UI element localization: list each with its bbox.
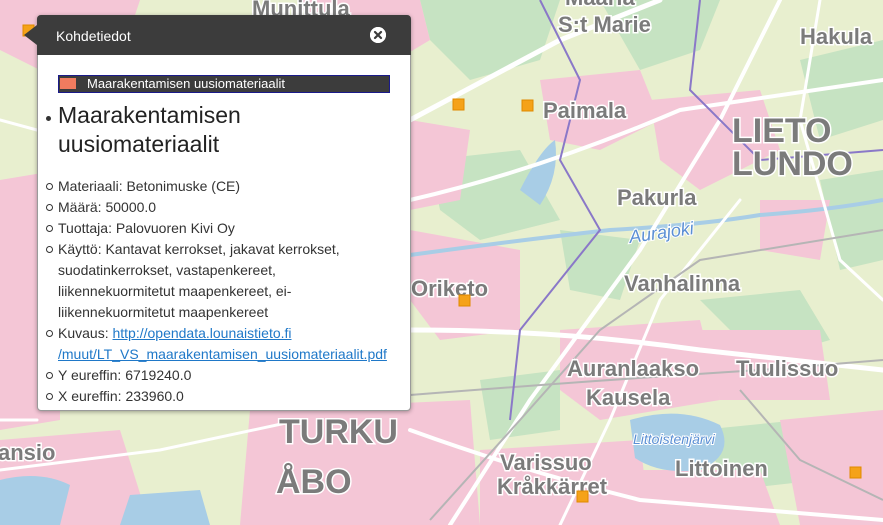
close-circle-icon (370, 27, 386, 43)
place-label-st-marie: S:t Marie (558, 12, 651, 37)
layer-header[interactable]: Maarakentamisen uusiomateriaalit (58, 75, 390, 93)
feature-title: Maarakentamisen uusiomateriaalit (58, 102, 241, 157)
place-label-turku: TURKU (279, 413, 398, 451)
place-label-varissuo: Varissuo (500, 450, 592, 475)
kuvaus-label: Kuvaus: (58, 325, 113, 341)
place-label-oriketo: Oriketo (411, 276, 488, 301)
popup-pointer (24, 25, 37, 45)
water-label-littoistenjarvi: Littoistenjärvi (633, 431, 716, 447)
place-label-paimala: Paimala (543, 98, 627, 123)
place-label-abo: ÅBO (276, 463, 352, 501)
attribute-y-eureffin: Y eureffin: 6719240.0 (46, 365, 396, 386)
place-label-littoinen: Littoinen (675, 456, 768, 481)
feature-info-popup: Kohdetiedot Maarakentamisen uusiomateria… (24, 15, 411, 411)
place-label-tuulissuo: Tuulissuo (736, 356, 838, 381)
attribute-materiaali: Materiaali: Betonimuske (CE) (46, 176, 396, 197)
place-label-kausela: Kausela (586, 385, 671, 410)
layer-color-swatch (60, 78, 76, 89)
place-label-lundo: LUNDO (732, 145, 853, 183)
close-button[interactable] (370, 27, 386, 43)
popup-header: Kohdetiedot (24, 15, 411, 55)
list-bullet (46, 116, 51, 121)
layer-name: Maarakentamisen uusiomateriaalit (87, 76, 285, 91)
place-label-hakula: Hakula (800, 24, 873, 49)
attribute-kuvaus: Kuvaus: http://opendata.lounaistieto.fi /… (46, 323, 396, 365)
place-label-ansio: ansio (0, 440, 55, 465)
attribute-list: Materiaali: Betonimuske (CE) Määrä: 5000… (46, 176, 396, 407)
feature-marker[interactable] (452, 98, 465, 111)
attribute-x-eureffin: X eureffin: 233960.0 (46, 386, 396, 407)
place-label-maaria: Maaria (565, 0, 635, 10)
popup-title: Kohdetiedot (56, 28, 131, 44)
attribute-kaytto: Käyttö: Kantavat kerrokset, jakavat kerr… (46, 239, 396, 323)
attribute-tuottaja: Tuottaja: Palovuoren Kivi Oy (46, 218, 396, 239)
feature-marker[interactable] (458, 294, 471, 307)
feature-marker[interactable] (576, 490, 589, 503)
place-label-krakkarret: Kråkkärret (497, 474, 608, 499)
feature-marker[interactable] (521, 99, 534, 112)
feature-marker[interactable] (849, 466, 862, 479)
attribute-maara: Määrä: 50000.0 (46, 197, 396, 218)
place-label-auranlaakso: Auranlaakso (567, 356, 699, 381)
place-label-pakurla: Pakurla (617, 185, 697, 210)
place-label-vanhalinna: Vanhalinna (624, 271, 741, 296)
